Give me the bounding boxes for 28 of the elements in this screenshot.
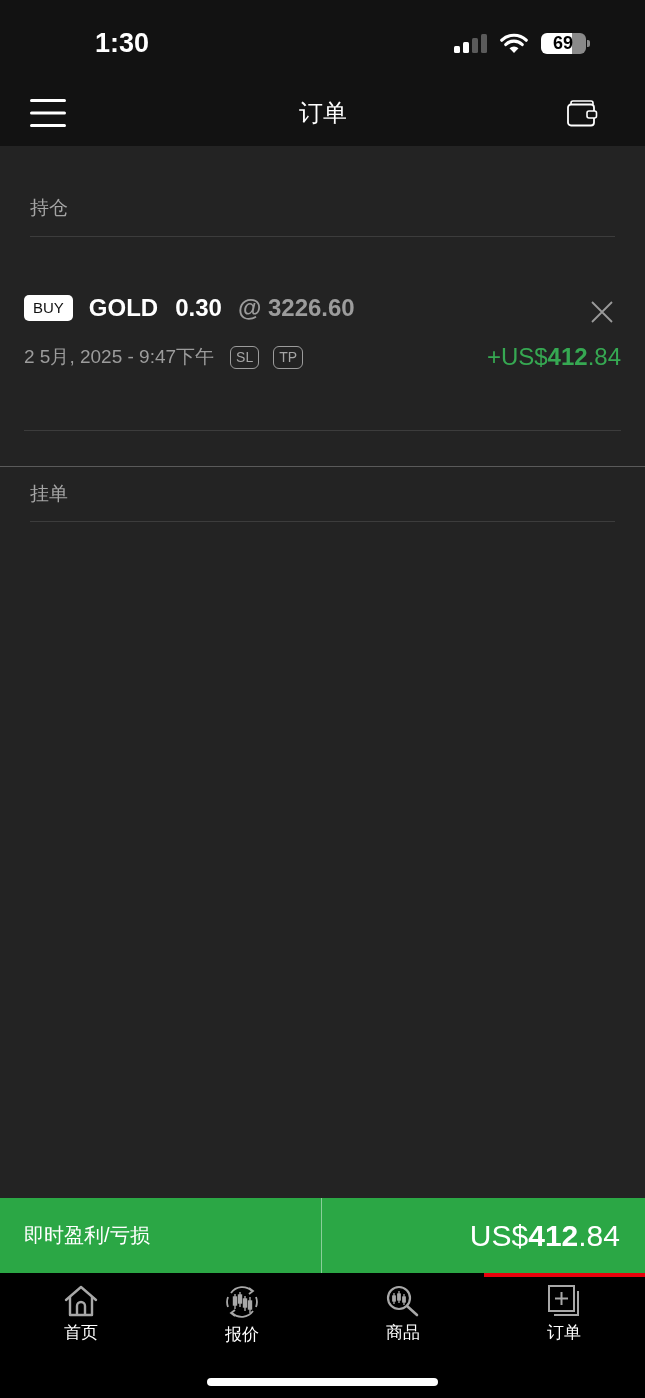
section-title: 挂单 bbox=[30, 482, 68, 506]
tab-item[interactable]: 商品 bbox=[322, 1273, 484, 1353]
tab-item[interactable]: 报价 bbox=[161, 1273, 323, 1353]
position-profit: +US$412.84 bbox=[486, 343, 621, 371]
battery-percent: 69 bbox=[553, 34, 574, 52]
open-time: 2 5月, 2025 - 9:47下午 bbox=[24, 345, 215, 369]
magnifier-chart-icon bbox=[386, 1285, 421, 1317]
position-symbol: GOLD bbox=[88, 294, 159, 322]
menu-icon[interactable] bbox=[30, 99, 66, 127]
side-badge: BUY bbox=[24, 295, 73, 321]
home-icon bbox=[63, 1285, 98, 1317]
wifi-icon bbox=[500, 33, 528, 53]
summary-label: 即时盈利/亏损 bbox=[24, 1223, 150, 1248]
order-tag[interactable]: TP bbox=[273, 345, 304, 369]
add-document-icon bbox=[548, 1285, 581, 1317]
position-price: @ 3226.60 bbox=[237, 294, 355, 322]
signal-icon bbox=[454, 33, 487, 53]
tab-item[interactable]: 首页 bbox=[0, 1273, 162, 1353]
position-volume: 0.30 bbox=[175, 294, 222, 322]
tab-item[interactable]: 订单 bbox=[483, 1273, 645, 1353]
close-icon[interactable] bbox=[591, 301, 613, 323]
header-title: 订单 bbox=[298, 98, 347, 128]
wallet-icon[interactable] bbox=[567, 99, 598, 127]
section-title: 持仓 bbox=[30, 196, 68, 220]
candlestick-cycle-icon bbox=[224, 1285, 259, 1319]
status-time: 1:30 bbox=[95, 27, 150, 59]
order-tag[interactable]: SL bbox=[230, 345, 260, 369]
summary-value: US$412.84 bbox=[469, 1218, 620, 1253]
